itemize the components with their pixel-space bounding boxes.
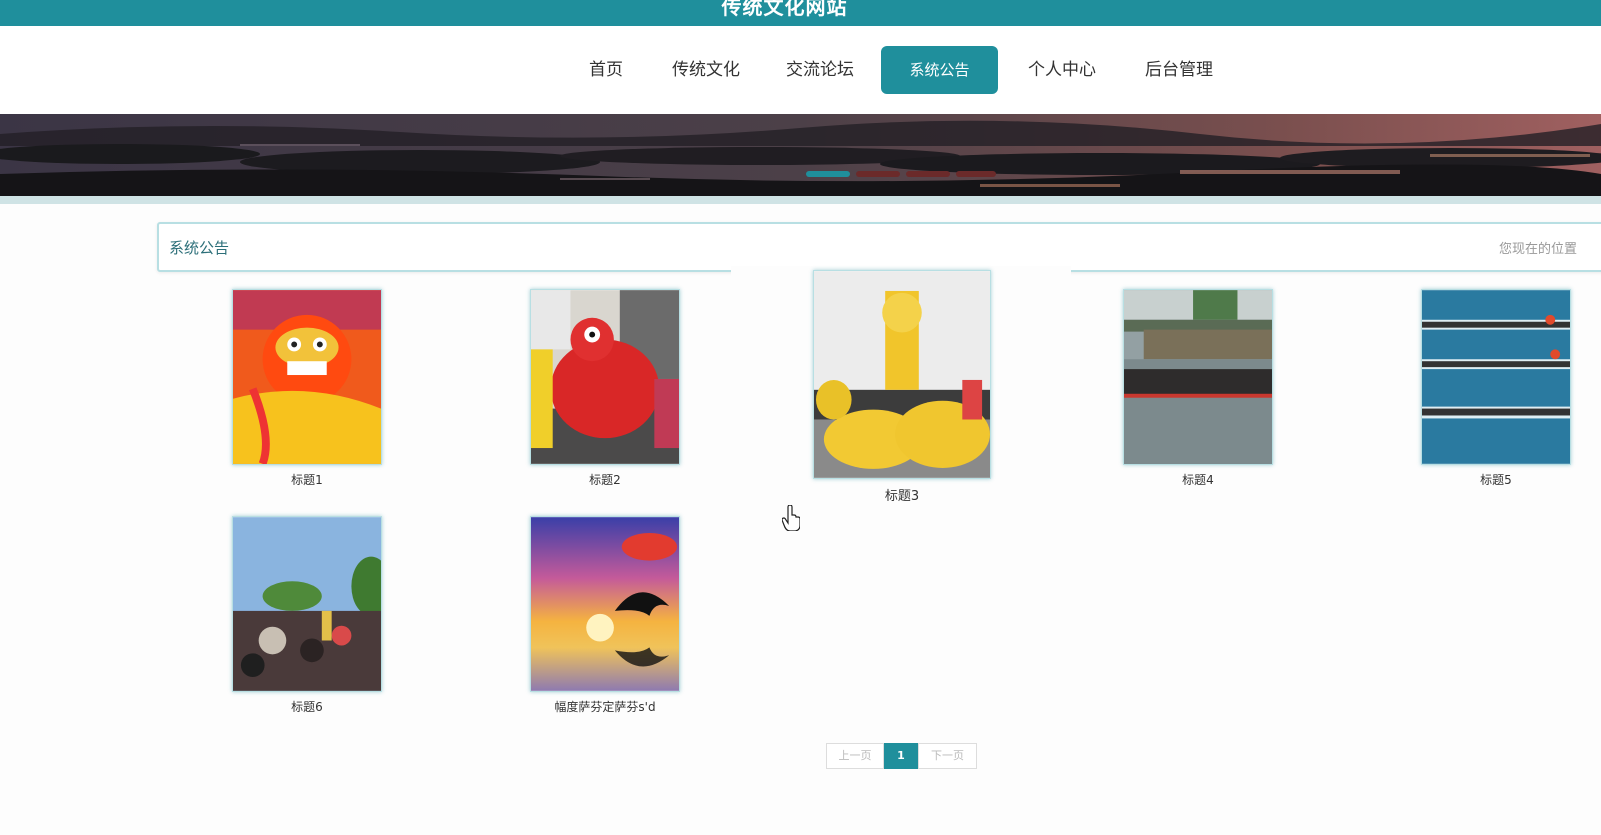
notice-card[interactable]: 标题1 xyxy=(232,289,382,488)
section-header: 系统公告 您现在的位置 xyxy=(157,222,1601,272)
lion-dance-yellow-image xyxy=(813,270,991,479)
banner-image xyxy=(0,114,1601,196)
dragon-boats-race-image xyxy=(1421,289,1571,465)
notice-caption: 标题4 xyxy=(1182,473,1214,487)
notice-card[interactable]: 标题5 xyxy=(1421,289,1571,488)
carousel-dot-active[interactable] xyxy=(806,171,850,177)
notice-card[interactable]: 标题2 xyxy=(530,289,680,488)
notice-card-hovered[interactable]: 标题3 xyxy=(813,270,991,504)
nav-traditional-culture[interactable]: 传统文化 xyxy=(664,46,748,94)
notice-card[interactable]: 幅度萨芬定萨芬s'd xyxy=(530,516,680,715)
pagination-prev[interactable]: 上一页 xyxy=(826,743,884,769)
nav-forum[interactable]: 交流论坛 xyxy=(778,46,862,94)
banner-carousel[interactable] xyxy=(0,114,1601,196)
notice-caption: 标题1 xyxy=(291,473,323,487)
site-header-bar: 传统文化网站 xyxy=(0,0,1601,26)
notice-caption: 标题3 xyxy=(884,489,920,504)
notice-caption: 幅度萨芬定萨芬s'd xyxy=(554,700,656,714)
pagination-next[interactable]: 下一页 xyxy=(918,743,977,769)
hand-cursor-icon xyxy=(782,505,800,531)
carousel-dot[interactable] xyxy=(856,171,900,177)
banner-divider xyxy=(0,196,1601,204)
carousel-dot[interactable] xyxy=(906,171,950,177)
notice-caption: 标题6 xyxy=(291,700,323,714)
dolphin-sunset-image xyxy=(530,516,680,692)
nav-admin[interactable]: 后台管理 xyxy=(1137,46,1221,94)
nav-personal-center[interactable]: 个人中心 xyxy=(1020,46,1104,94)
notice-caption: 标题5 xyxy=(1480,473,1512,487)
lion-dance-image xyxy=(232,289,382,465)
lion-dance-street-image xyxy=(530,289,680,465)
nav-home[interactable]: 首页 xyxy=(580,46,632,94)
main-nav: 首页 传统文化 交流论坛 系统公告 个人中心 后台管理 xyxy=(0,26,1601,114)
breadcrumb: 您现在的位置 xyxy=(1499,242,1578,257)
dragon-boat-image xyxy=(1123,289,1273,465)
site-title: 传统文化网站 xyxy=(721,0,848,19)
notice-card[interactable]: 标题4 xyxy=(1123,289,1273,488)
festival-crowd-image xyxy=(232,516,382,692)
nav-announcements[interactable]: 系统公告 xyxy=(881,46,998,94)
notice-caption: 标题2 xyxy=(589,473,621,487)
section-title: 系统公告 xyxy=(169,239,230,257)
pagination-current-page[interactable]: 1 xyxy=(884,743,918,769)
notice-card[interactable]: 标题6 xyxy=(232,516,382,715)
carousel-dot[interactable] xyxy=(956,171,996,177)
